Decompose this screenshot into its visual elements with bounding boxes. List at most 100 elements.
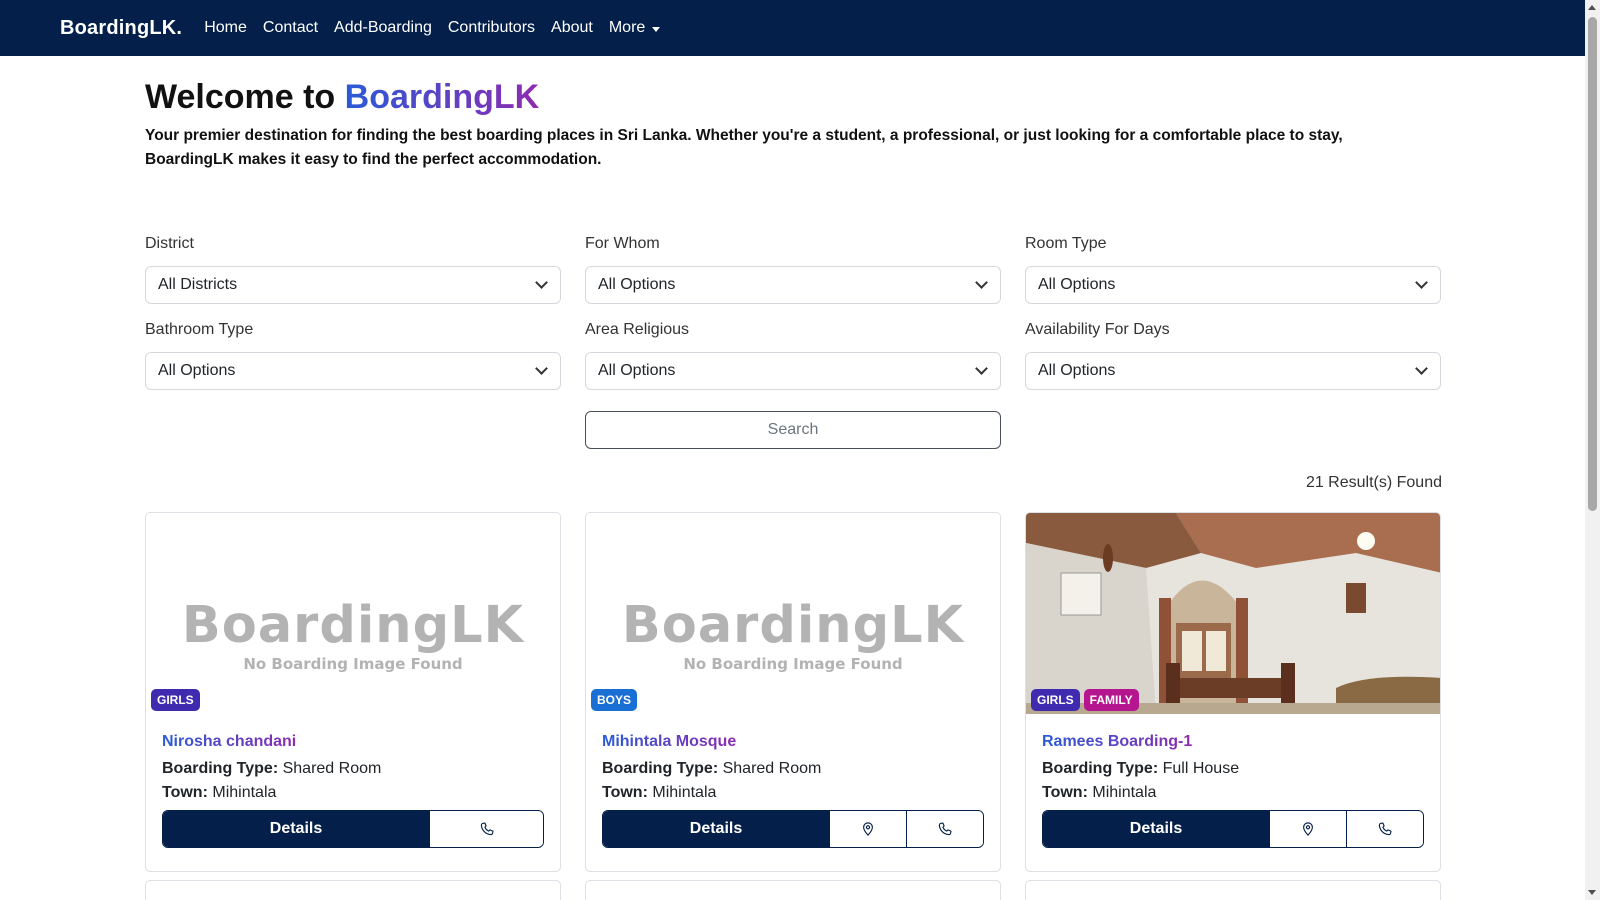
boarding-type-line: Boarding Type: Full House — [1042, 757, 1424, 781]
town-label: Town: — [602, 784, 648, 801]
town-value: Mihintala — [212, 784, 277, 801]
placeholder-text: No Boarding Image Found — [683, 655, 903, 673]
select-value: All Options — [158, 362, 236, 379]
listing-title[interactable]: Mihintala Mosque — [602, 732, 984, 752]
select-value: All Districts — [158, 276, 238, 293]
boarding-type-value: Shared Room — [282, 760, 382, 777]
chevron-down-icon — [1415, 362, 1428, 375]
details-button[interactable]: Details — [1043, 811, 1269, 847]
town-value: Mihintala — [1092, 784, 1157, 801]
select-value: All Options — [1038, 276, 1116, 293]
caret-down-icon — [652, 26, 661, 32]
filter-room-type: Room Type All Options — [1025, 232, 1441, 304]
listing-card-partial — [1025, 880, 1441, 900]
map-pin-icon — [863, 822, 873, 836]
scroll-down-arrow-icon[interactable] — [1588, 890, 1596, 895]
listing-title[interactable]: Ramees Boarding-1 — [1042, 732, 1424, 752]
card-actions: Details — [1042, 810, 1424, 848]
town-line: Town: Mihintala — [162, 781, 544, 805]
location-button[interactable] — [1269, 811, 1346, 847]
filter-label: Availability For Days — [1025, 321, 1170, 338]
listing-card: BoardingLK No Boarding Image Found BOYS … — [585, 512, 1001, 872]
filter-availability: Availability For Days All Options — [1025, 318, 1441, 390]
badge-group: GIRLS FAMILY — [1031, 689, 1139, 711]
filter-district: District All Districts — [145, 232, 561, 304]
listing-image: GIRLS FAMILY — [1026, 513, 1440, 714]
district-select[interactable]: All Districts — [145, 266, 561, 304]
chevron-down-icon — [535, 362, 548, 375]
call-button[interactable] — [1346, 811, 1423, 847]
scroll-thumb[interactable] — [1588, 17, 1597, 511]
page-scrollbar[interactable] — [1585, 0, 1600, 900]
chevron-down-icon — [975, 362, 988, 375]
brand-logo[interactable]: BoardingLK. — [60, 17, 182, 40]
call-button[interactable] — [906, 811, 983, 847]
room-type-select[interactable]: All Options — [1025, 266, 1441, 304]
area-religious-select[interactable]: All Options — [585, 352, 1001, 390]
select-value: All Options — [598, 362, 676, 379]
placeholder-image: BoardingLK No Boarding Image Found — [586, 596, 1000, 673]
town-value: Mihintala — [652, 784, 717, 801]
chevron-down-icon — [975, 276, 988, 289]
badge-boys: BOYS — [591, 689, 638, 711]
boarding-type-line: Boarding Type: Shared Room — [602, 757, 984, 781]
placeholder-brand: BoardingLK — [181, 596, 525, 655]
hero-description: Your premier destination for finding the… — [145, 127, 1343, 168]
filter-bathroom-type: Bathroom Type All Options — [145, 318, 561, 390]
title-prefix: Welcome to — [145, 78, 345, 116]
listing-card-partial — [585, 880, 1001, 900]
listing-card: GIRLS FAMILY Ramees Boarding-1 Boarding … — [1025, 512, 1441, 872]
card-body: Ramees Boarding-1 Boarding Type: Full Ho… — [1026, 714, 1440, 848]
bathroom-type-select[interactable]: All Options — [145, 352, 561, 390]
page-title: Welcome to BoardingLK — [145, 78, 539, 117]
filter-label: District — [145, 235, 194, 252]
listing-title[interactable]: Nirosha chandani — [162, 732, 544, 752]
nav-more-dropdown[interactable]: More — [609, 19, 661, 37]
scroll-up-arrow-icon[interactable] — [1588, 5, 1596, 10]
badge-girls: GIRLS — [1031, 689, 1080, 711]
boarding-type-label: Boarding Type: — [602, 760, 719, 777]
details-button[interactable]: Details — [603, 811, 829, 847]
details-button[interactable]: Details — [163, 811, 429, 847]
town-label: Town: — [162, 784, 208, 801]
listing-card-partial — [145, 880, 561, 900]
listing-image: BoardingLK No Boarding Image Found GIRLS — [146, 513, 560, 714]
town-line: Town: Mihintala — [1042, 781, 1424, 805]
nav-contact[interactable]: Contact — [263, 19, 318, 37]
select-value: All Options — [598, 276, 676, 293]
listing-title-text: Mihintala Mosque — [602, 733, 737, 750]
phone-icon — [938, 822, 952, 836]
result-count: 21 Result(s) Found — [1305, 474, 1442, 491]
nav-add-boarding[interactable]: Add-Boarding — [334, 19, 432, 37]
navbar: BoardingLK. Home Contact Add-Boarding Co… — [0, 0, 1585, 56]
for-whom-select[interactable]: All Options — [585, 266, 1001, 304]
filter-for-whom: For Whom All Options — [585, 232, 1001, 304]
boarding-type-label: Boarding Type: — [162, 760, 279, 777]
nav-about[interactable]: About — [551, 19, 593, 37]
filter-label: Bathroom Type — [145, 321, 254, 338]
card-actions: Details — [602, 810, 984, 848]
chevron-down-icon — [1415, 276, 1428, 289]
filter-label: For Whom — [585, 235, 660, 252]
location-button[interactable] — [829, 811, 906, 847]
phone-icon — [480, 822, 494, 836]
call-button[interactable] — [429, 811, 543, 847]
boarding-type-line: Boarding Type: Shared Room — [162, 757, 544, 781]
card-body: Mihintala Mosque Boarding Type: Shared R… — [586, 714, 1000, 848]
availability-select[interactable]: All Options — [1025, 352, 1441, 390]
listing-title-text: Ramees Boarding-1 — [1042, 733, 1193, 750]
badge-group: GIRLS — [151, 689, 200, 711]
nav-home[interactable]: Home — [204, 19, 247, 37]
badge-family: FAMILY — [1083, 689, 1139, 711]
listing-image: BoardingLK No Boarding Image Found BOYS — [586, 513, 1000, 714]
filter-label: Room Type — [1025, 235, 1107, 252]
badge-girls: GIRLS — [151, 689, 200, 711]
card-body: Nirosha chandani Boarding Type: Shared R… — [146, 714, 560, 848]
boarding-type-value: Shared Room — [722, 760, 822, 777]
chevron-down-icon — [535, 276, 548, 289]
boarding-type-value: Full House — [1162, 760, 1240, 777]
nav-contributors[interactable]: Contributors — [448, 19, 535, 37]
search-button[interactable]: Search — [585, 411, 1001, 449]
placeholder-brand: BoardingLK — [621, 596, 965, 655]
title-brand: BoardingLK — [344, 78, 540, 116]
